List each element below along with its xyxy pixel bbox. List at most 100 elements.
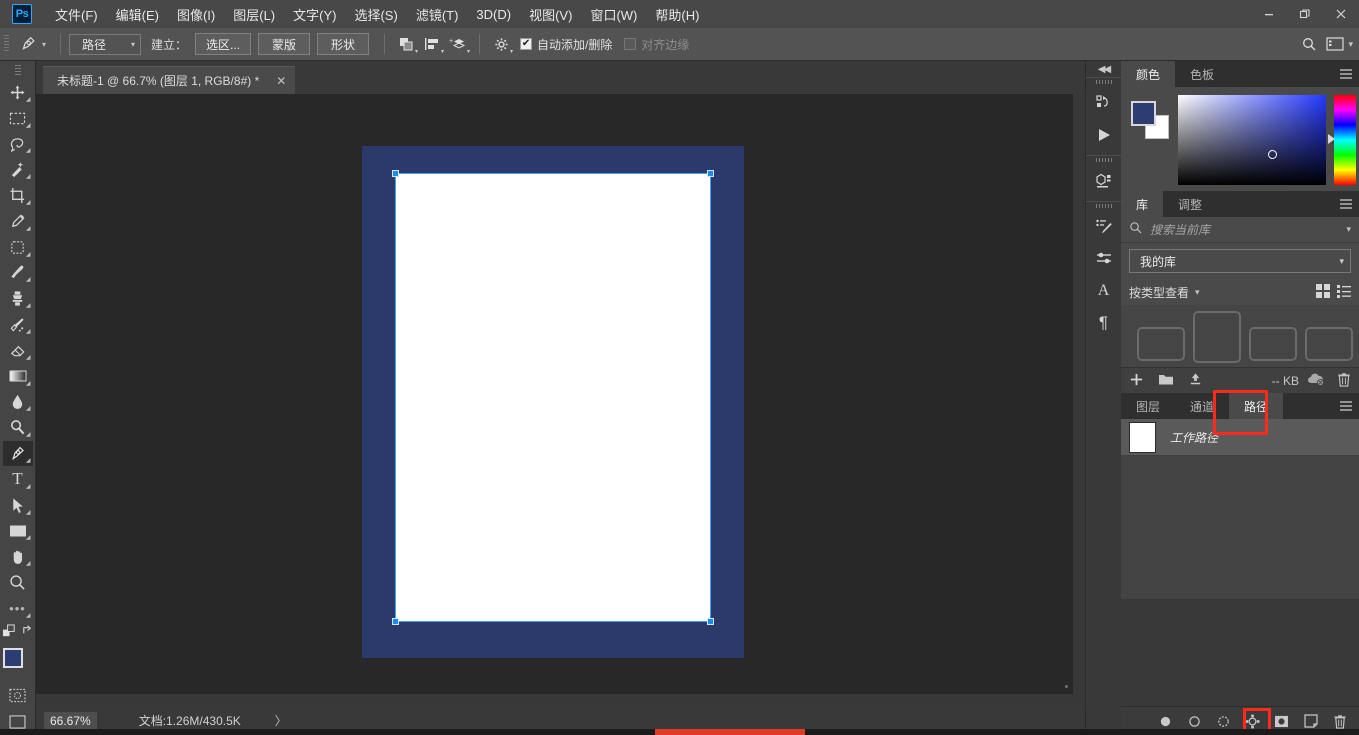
swap-colors-icon[interactable] (21, 624, 34, 644)
document-tab[interactable]: 未标题-1 @ 66.7% (图层 1, RGB/8#) * ✕ (43, 66, 295, 94)
magic-wand-tool[interactable]: ◢ (3, 157, 33, 182)
brush-tool[interactable]: ◢ (3, 261, 33, 286)
more-tools-button[interactable]: ••• ◢ (3, 596, 33, 621)
menu-edit[interactable]: 编辑(E) (107, 1, 168, 28)
artboard[interactable] (362, 146, 744, 658)
pen-mode-select[interactable]: 路径 ▾ (69, 34, 141, 55)
history-panel-icon[interactable] (1089, 87, 1119, 119)
paragraph-panel-icon[interactable]: ¶ (1089, 307, 1119, 339)
dock-grip[interactable] (1096, 204, 1112, 208)
restore-button[interactable] (1287, 0, 1323, 28)
actions-play-icon[interactable] (1089, 119, 1119, 151)
brush-settings-icon[interactable] (1089, 211, 1119, 243)
close-icon[interactable]: ✕ (273, 74, 289, 88)
gradient-tool[interactable]: ◢ (3, 364, 33, 389)
3d-panel-icon[interactable] (1089, 165, 1119, 197)
default-colors-icon[interactable] (2, 624, 17, 644)
blur-tool[interactable]: ◢ (3, 390, 33, 415)
menu-view[interactable]: 视图(V) (520, 1, 581, 28)
panel-menu-icon[interactable] (1339, 61, 1353, 87)
rectangle-tool[interactable]: ◢ (3, 519, 33, 544)
menu-file[interactable]: 文件(F) (46, 1, 107, 28)
foreground-color-swatch[interactable] (3, 648, 23, 668)
tool-preset-chevron-icon[interactable]: ▾ (42, 40, 46, 49)
path-operations-icon[interactable]: ▾ (393, 32, 419, 56)
pen-tool-icon[interactable] (14, 32, 42, 56)
add-icon[interactable] (1129, 372, 1144, 390)
clone-stamp-tool[interactable]: ◢ (3, 286, 33, 311)
make-shape-button[interactable]: 形状 (317, 33, 369, 55)
foreground-color-swatch[interactable] (1131, 101, 1156, 126)
make-mask-button[interactable]: 蒙版 (258, 33, 310, 55)
menu-layer[interactable]: 图层(L) (224, 1, 284, 28)
menu-help[interactable]: 帮助(H) (646, 1, 708, 28)
library-view-mode-dropdown[interactable]: 按类型查看 ▾ (1129, 284, 1200, 301)
zoom-level-field[interactable]: 66.67% (44, 712, 97, 730)
make-selection-button[interactable]: 选区... (195, 33, 251, 55)
rectangular-marquee-tool[interactable]: ◢ (3, 106, 33, 131)
collapse-panels-icon[interactable]: ◀◀ (1086, 61, 1122, 77)
tab-libraries[interactable]: 库 (1121, 191, 1163, 217)
tab-paths[interactable]: 路径 (1229, 393, 1283, 419)
canvas-horizontal-scrollbar[interactable] (36, 694, 1073, 706)
history-brush-tool[interactable]: ◢ (3, 312, 33, 337)
search-icon[interactable] (1296, 32, 1322, 56)
hue-slider[interactable] (1334, 95, 1356, 185)
tab-adjustments[interactable]: 调整 (1163, 191, 1217, 217)
minimize-button[interactable] (1251, 0, 1287, 28)
tab-layers[interactable]: 图层 (1121, 393, 1175, 419)
trash-icon[interactable] (1337, 372, 1351, 390)
path-selection-tool[interactable]: ◢ (3, 493, 33, 518)
library-search-input[interactable] (1150, 223, 1346, 237)
tab-color[interactable]: 颜色 (1121, 61, 1175, 87)
toolbar-grip[interactable] (15, 65, 21, 76)
color-picker-field[interactable] (1178, 95, 1326, 185)
canvas-vertical-scrollbar[interactable] (1073, 94, 1085, 706)
quick-mask-icon[interactable] (3, 683, 33, 708)
lasso-tool[interactable]: ◢ (3, 132, 33, 157)
list-view-icon[interactable] (1337, 284, 1351, 301)
color-panel-swatches[interactable] (1131, 101, 1169, 139)
menu-type[interactable]: 文字(Y) (284, 1, 345, 28)
dodge-tool[interactable]: ◢ (3, 415, 33, 440)
canvas-resize-grip[interactable] (1065, 685, 1068, 688)
options-bar-grip[interactable] (4, 35, 9, 53)
panel-menu-icon[interactable] (1339, 393, 1353, 419)
adjustments-icon[interactable] (1089, 243, 1119, 275)
cloud-off-icon[interactable] (1307, 372, 1325, 389)
spot-healing-brush-tool[interactable]: ◢ (3, 235, 33, 260)
tab-channels[interactable]: 通道 (1175, 393, 1229, 419)
hand-tool[interactable]: ◢ (3, 544, 33, 569)
status-expand-icon[interactable]: 〉 (275, 712, 287, 729)
type-tool[interactable]: T ◢ (3, 467, 33, 492)
auto-add-delete-checkbox[interactable]: ✔ 自动添加/删除 (520, 36, 624, 53)
folder-icon[interactable] (1158, 372, 1174, 389)
character-panel-icon[interactable]: A (1089, 275, 1119, 307)
menu-image[interactable]: 图像(I) (168, 1, 224, 28)
panel-menu-icon[interactable] (1339, 191, 1353, 217)
library-select[interactable]: 我的库 ▾ (1129, 249, 1351, 273)
workspace-switcher-icon[interactable] (1322, 32, 1348, 56)
path-row-work-path[interactable]: 工作路径 (1121, 419, 1359, 456)
dock-grip[interactable] (1096, 80, 1112, 84)
color-swatches[interactable] (3, 648, 33, 676)
move-tool[interactable]: ◢ (3, 80, 33, 105)
menu-select[interactable]: 选择(S) (345, 1, 406, 28)
color-picker-cursor[interactable] (1268, 150, 1277, 159)
grid-view-icon[interactable] (1316, 284, 1330, 301)
align-edges-checkbox[interactable]: ✔ 对齐边缘 (624, 36, 701, 53)
dock-grip[interactable] (1096, 158, 1112, 162)
chevron-down-icon[interactable]: ▾ (1346, 224, 1351, 235)
path-alignment-icon[interactable]: ▾ (419, 32, 445, 56)
eyedropper-tool[interactable]: ◢ (3, 209, 33, 234)
menu-3d[interactable]: 3D(D) (467, 3, 520, 26)
menu-filter[interactable]: 滤镜(T) (407, 1, 468, 28)
crop-tool[interactable]: ◢ (3, 183, 33, 208)
upload-icon[interactable] (1188, 372, 1203, 389)
zoom-tool[interactable] (3, 570, 33, 595)
gear-icon[interactable]: ▾ (488, 32, 514, 56)
eraser-tool[interactable]: ◢ (3, 338, 33, 363)
close-button[interactable] (1323, 0, 1359, 28)
library-search-row[interactable]: ▾ (1121, 217, 1359, 243)
tab-swatches[interactable]: 色板 (1175, 61, 1229, 87)
